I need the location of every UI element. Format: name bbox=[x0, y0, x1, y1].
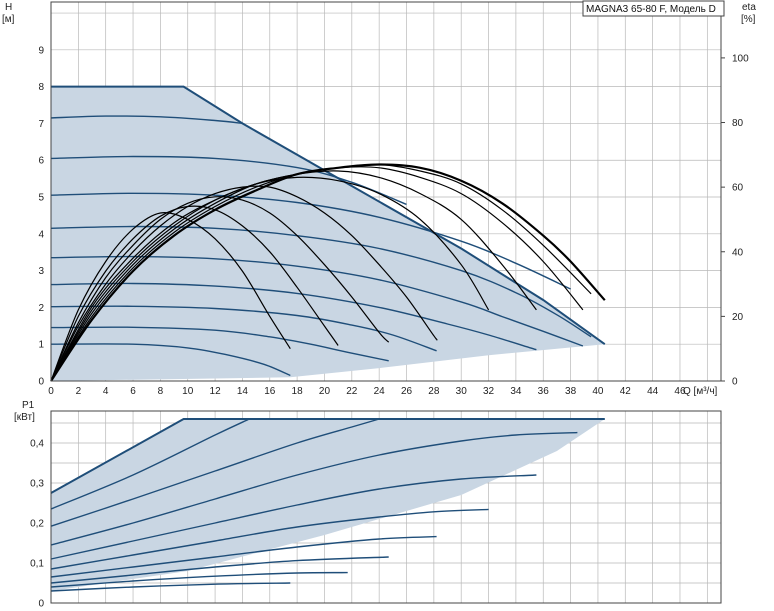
y-tick-label: 4 bbox=[38, 229, 44, 240]
x-tick-label: 32 bbox=[483, 386, 495, 397]
x-tick-label: 30 bbox=[456, 386, 468, 397]
y2-tick-label: 100 bbox=[732, 53, 749, 64]
p1-y-tick-label: 0,1 bbox=[30, 559, 44, 570]
x-tick-label: 10 bbox=[182, 386, 194, 397]
x-tick-label: 6 bbox=[130, 386, 136, 397]
p1-y-tick-label: 0,2 bbox=[30, 519, 44, 530]
y2-tick-label: 60 bbox=[732, 183, 744, 194]
y-tick-label: 5 bbox=[38, 193, 44, 204]
p1-y-tick-labels: 0 0,1 0,2 0,3 0,4 bbox=[30, 439, 44, 610]
y-tick-labels: 0 1 2 3 4 5 6 7 8 9 bbox=[38, 45, 44, 387]
x-tick-label: 42 bbox=[620, 386, 632, 397]
y-axis-unit: [м] bbox=[2, 14, 15, 25]
y2-tick-label: 0 bbox=[732, 377, 738, 388]
p1-axis-name: P1 bbox=[22, 400, 35, 411]
x-tick-label: 26 bbox=[401, 386, 413, 397]
y-tick-label: 3 bbox=[38, 266, 44, 277]
y-tick-label: 2 bbox=[38, 303, 44, 314]
x-tick-label: 14 bbox=[237, 386, 249, 397]
y-tick-label: 0 bbox=[38, 377, 44, 388]
x-tick-label: 0 bbox=[48, 386, 54, 397]
y2-tick-labels: 0 20 40 60 80 100 bbox=[721, 53, 749, 388]
x-tick-label: 8 bbox=[158, 386, 164, 397]
x-tick-label: 34 bbox=[510, 386, 522, 397]
x-tick-label: 18 bbox=[292, 386, 304, 397]
hq-panel: 0 2 4 6 8 10 12 14 16 18 20 22 24 26 28 30 32 34 36 38 40 42 4… bbox=[2, 0, 756, 397]
y2-tick-label: 20 bbox=[732, 312, 744, 323]
y-tick-label: 6 bbox=[38, 156, 44, 167]
x-tick-label: 2 bbox=[76, 386, 82, 397]
y2-tick-label: 40 bbox=[732, 247, 744, 258]
p1-y-tick-label: 0,3 bbox=[30, 479, 44, 490]
x-tick-label: 44 bbox=[647, 386, 659, 397]
x-tick-label: 16 bbox=[264, 386, 276, 397]
x-tick-label: 12 bbox=[210, 386, 222, 397]
chart-title: MAGNA3 65-80 F, Модель D bbox=[586, 4, 716, 15]
x-axis-label: Q [м³/ч] bbox=[683, 386, 718, 397]
x-tick-label: 22 bbox=[346, 386, 358, 397]
x-tick-label: 4 bbox=[103, 386, 109, 397]
x-tick-label: 28 bbox=[428, 386, 440, 397]
p1-y-tick-label: 0,4 bbox=[30, 439, 44, 450]
p1-y-tick-label: 0 bbox=[38, 599, 44, 610]
x-tick-label: 24 bbox=[374, 386, 386, 397]
y2-axis-name: eta bbox=[742, 2, 756, 13]
x-tick-label: 20 bbox=[319, 386, 331, 397]
x-tick-labels: 0 2 4 6 8 10 12 14 16 18 20 22 24 26 28 30 32 34 36 38 40 42 4… bbox=[48, 386, 686, 397]
y2-tick-label: 80 bbox=[732, 118, 744, 129]
p1-panel: 0 0,1 0,2 0,3 0,4 P1 [кВт] bbox=[14, 400, 722, 610]
y-tick-label: 7 bbox=[38, 119, 44, 130]
x-tick-label: 40 bbox=[592, 386, 604, 397]
p1-operating-area bbox=[51, 419, 605, 591]
x-tick-label: 38 bbox=[565, 386, 577, 397]
x-tick-label: 36 bbox=[538, 386, 550, 397]
p1-axis-unit: [кВт] bbox=[14, 412, 35, 423]
y-tick-label: 9 bbox=[38, 45, 44, 56]
y2-axis-unit: [%] bbox=[741, 14, 756, 25]
y-tick-label: 1 bbox=[38, 340, 44, 351]
pump-performance-chart: 0 2 4 6 8 10 12 14 16 18 20 22 24 26 28 30 32 34 36 38 40 42 4… bbox=[2, 0, 756, 610]
y-tick-label: 8 bbox=[38, 82, 44, 93]
y-axis-name: H bbox=[5, 2, 12, 13]
